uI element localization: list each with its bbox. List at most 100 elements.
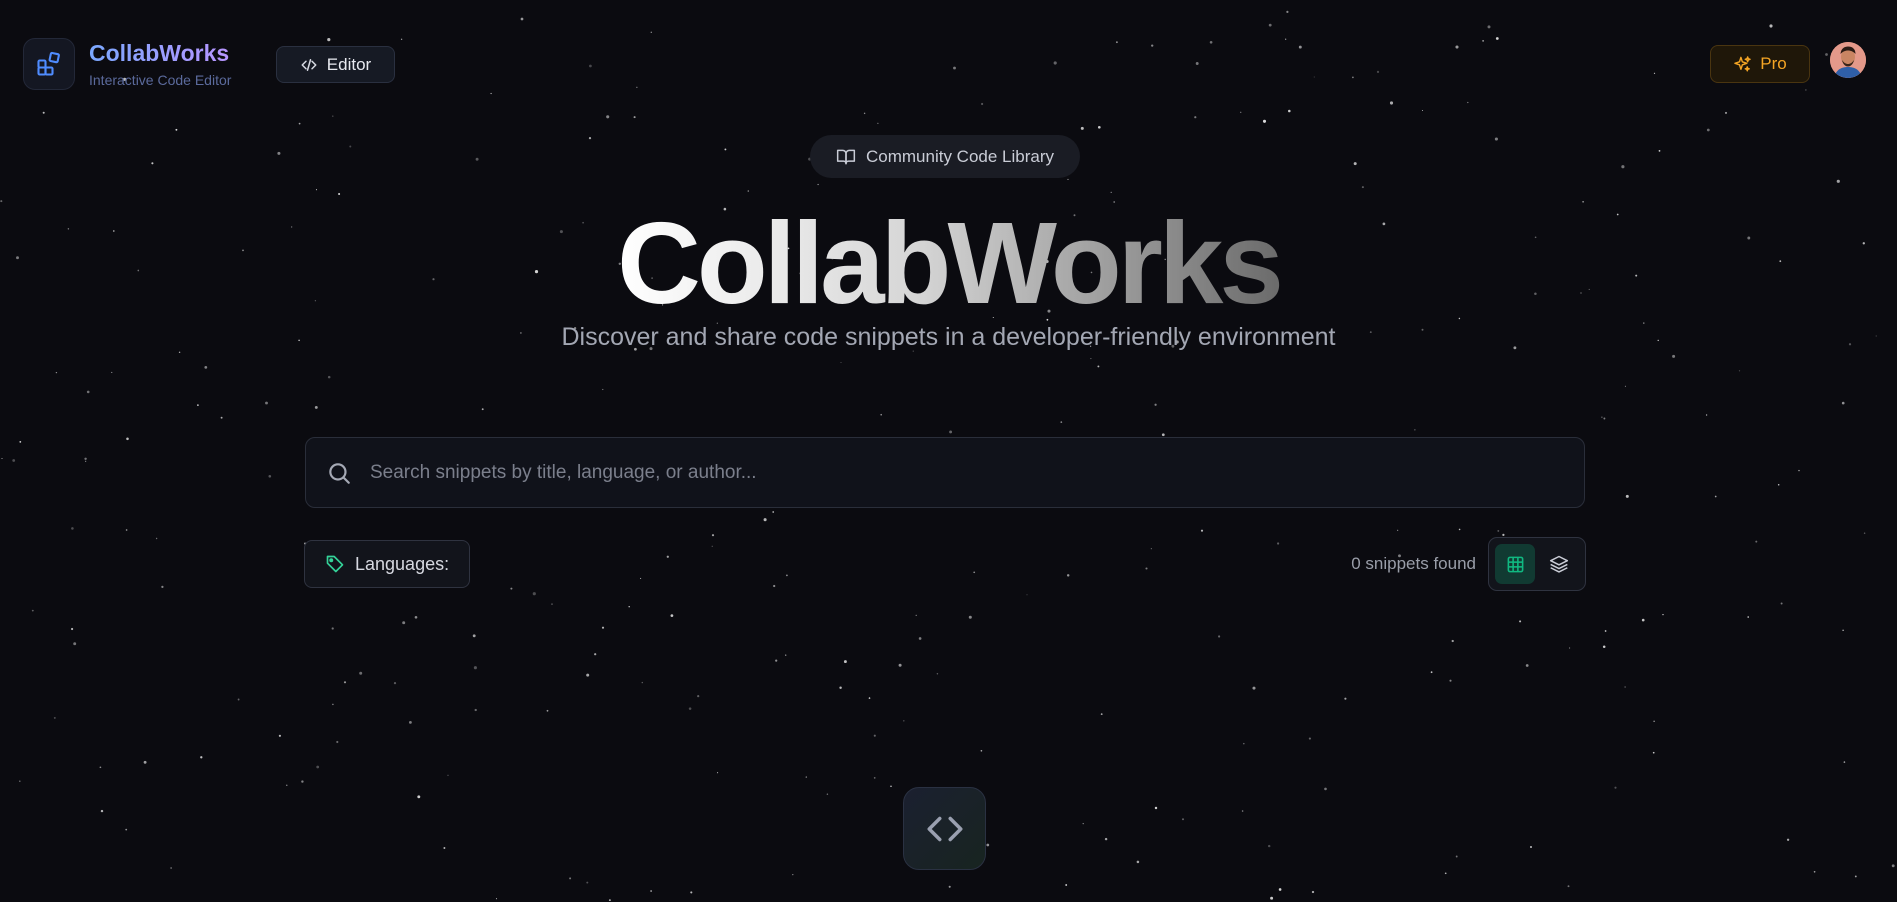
star [1653,720,1655,722]
star [1487,25,1491,29]
grid-blocks-icon [37,51,60,76]
star [1494,137,1498,141]
grid-view-button[interactable] [1495,544,1535,584]
star [197,404,199,406]
star [1836,179,1840,183]
star [1270,896,1274,900]
page: CollabWorks Interactive Code Editor Edit… [0,0,1897,902]
star [332,703,334,706]
star [400,38,403,40]
star [877,122,879,124]
tag-icon [326,555,344,573]
star [1502,533,1505,537]
star [268,474,272,478]
brand-title: CollabWorks [89,40,230,66]
star [1389,101,1394,105]
star [601,626,605,629]
star [949,430,953,434]
star [71,627,74,631]
languages-filter-button[interactable]: Languages: [304,540,470,588]
star [586,881,589,884]
star [1529,845,1533,849]
star [175,128,178,131]
star [443,847,446,849]
star [918,637,922,640]
star [1241,810,1244,812]
star [409,721,412,724]
code-icon [301,58,317,71]
star [633,116,636,119]
star [1414,429,1416,431]
star [1624,385,1626,387]
star [953,66,956,70]
star [338,192,341,196]
grid-icon [1507,556,1523,572]
star [1067,178,1069,180]
star [490,92,492,95]
star [1288,109,1291,113]
star [1240,111,1242,113]
star [785,654,787,656]
star [1351,76,1354,79]
app-logo[interactable] [23,38,75,90]
star [100,809,104,813]
book-open-icon [836,149,856,164]
languages-filter-label: Languages: [355,553,450,574]
star [85,460,87,462]
brand-subtitle: Interactive Code Editor [89,72,232,88]
star [839,686,842,689]
star [1813,870,1816,873]
star [711,545,713,547]
star [1519,620,1522,623]
star [1652,751,1655,754]
search-input[interactable] [370,438,1584,507]
star [880,413,882,416]
user-avatar[interactable] [1830,42,1866,78]
star [1145,567,1148,570]
results-count: 0 snippets found [1351,554,1476,573]
star [1097,125,1101,129]
star [53,716,56,719]
star [641,681,643,684]
star [237,698,240,701]
star [1603,417,1606,420]
star [475,157,479,161]
star [650,31,652,33]
star [349,145,352,148]
star [1082,823,1084,825]
star [278,734,281,737]
empty-state-code-badge [903,787,986,870]
community-library-label: Community Code Library [865,146,1054,166]
star [772,511,775,513]
star [873,777,876,779]
star [1843,761,1846,763]
star [1641,618,1645,622]
pro-button[interactable]: Pro [1710,45,1810,83]
star [551,603,553,605]
star [1209,40,1213,44]
star [650,890,652,892]
star [86,390,90,394]
star [298,122,301,125]
star [343,681,347,684]
star [393,682,397,685]
star [840,361,842,364]
star [301,780,304,783]
star [775,659,778,662]
editor-button-label: Editor [326,54,372,74]
star [1621,165,1625,169]
star [1136,860,1140,864]
star [12,459,16,462]
star [1200,529,1204,532]
star [1458,528,1461,531]
star [1786,838,1790,841]
star [316,765,320,769]
list-view-button[interactable] [1539,544,1579,584]
star [1449,679,1452,682]
sparkles-icon [1734,55,1751,72]
star [948,885,951,888]
search-bar[interactable] [305,437,1585,508]
editor-button[interactable]: Editor [276,46,395,83]
star [546,709,549,712]
star [1724,111,1728,114]
